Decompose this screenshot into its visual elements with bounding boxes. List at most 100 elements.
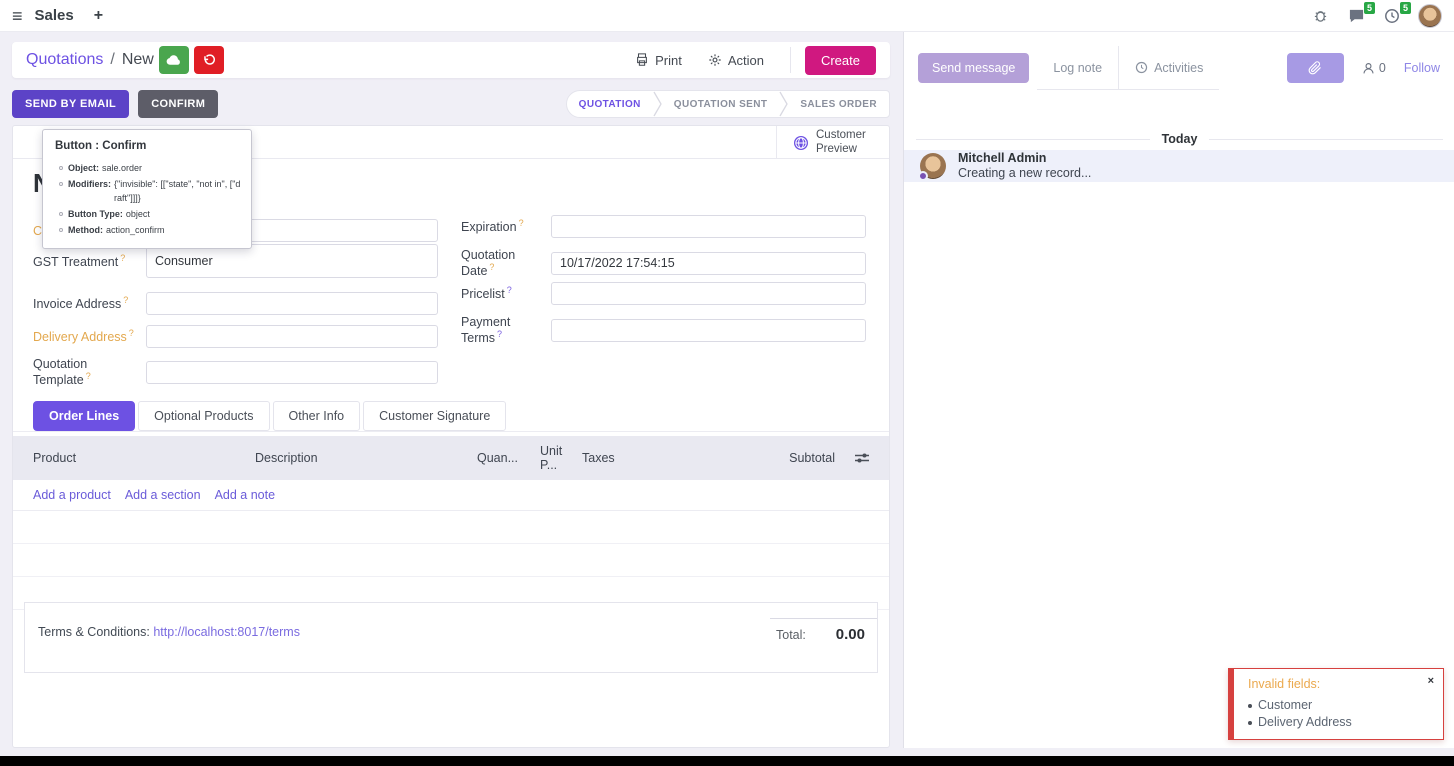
log-note-tab[interactable]: Log note [1037,46,1118,89]
new-tab-button[interactable]: + [94,7,103,25]
followers-count: 0 [1379,61,1386,75]
status-step-quotation-sent[interactable]: QUOTATION SENT [662,99,780,110]
chevron-separator-icon [779,91,788,117]
tab-other-info[interactable]: Other Info [273,401,361,431]
empty-table-row [13,544,889,577]
author-avatar [920,153,946,179]
field-row-expiration: Expiration? [461,215,866,238]
chevron-separator-icon [653,91,662,117]
form-header-row: SEND BY EMAIL CONFIRM QUOTATION QUOTATIO… [12,90,890,118]
send-message-button[interactable]: Send message [918,53,1029,83]
add-a-note-link[interactable]: Add a note [215,488,275,502]
status-step-sales-order[interactable]: SALES ORDER [788,99,889,110]
optional-columns-icon[interactable] [855,452,869,464]
quotation-date-input[interactable] [551,252,866,275]
total-label: Total: [776,628,806,642]
odoo-sales-screen: ≡ Sales + 5 5 Quotations / New [0,0,1454,766]
tooltip-title: Button : Confirm [43,130,251,161]
send-by-email-button[interactable]: SEND BY EMAIL [12,90,129,118]
quotation-template-input[interactable] [146,361,438,384]
bullet-icon [59,166,63,170]
invalid-field-customer: Customer [1258,698,1312,712]
chatter-toolbar: Send message Log note Activities 0 Follo… [904,46,1454,90]
field-row-gst-treatment: GST Treatment? [33,244,438,278]
column-unit-price[interactable]: Unit P... [540,444,582,472]
expiration-input[interactable] [551,215,866,238]
app-menu-sales[interactable]: Sales [35,7,74,24]
quotation-template-label: Quotation Template? [33,357,146,387]
follow-button[interactable]: Follow [1404,61,1440,75]
customer-preview-button[interactable]: Customer Preview [776,126,889,159]
user-avatar[interactable] [1418,4,1442,28]
column-taxes[interactable]: Taxes [582,451,760,465]
gst-treatment-select[interactable] [146,244,438,278]
tooltip-row: Modifiers:{"invisible": [["state", "not … [43,177,251,207]
gst-treatment-label: GST Treatment? [33,253,146,269]
bottom-black-bar [0,756,1454,766]
gear-icon [708,53,722,67]
messages-badge: 5 [1364,2,1375,15]
total-value: 0.00 [836,626,865,643]
notebook-underline [13,431,889,432]
confirm-button[interactable]: CONFIRM [138,90,218,118]
expiration-label: Expiration? [461,218,551,234]
messages-icon[interactable]: 5 [1346,6,1366,26]
hamburger-menu-icon[interactable]: ≡ [12,7,23,25]
column-description[interactable]: Description [255,451,477,465]
payment-terms-input[interactable] [551,319,866,342]
undo-icon [202,54,215,67]
tab-order-lines[interactable]: Order Lines [33,401,135,431]
toolbar-divider [790,47,791,73]
tab-customer-signature[interactable]: Customer Signature [363,401,506,431]
order-lines-actions: Add a product Add a section Add a note [13,480,889,511]
add-a-product-link[interactable]: Add a product [33,488,111,502]
field-row-invoice-address: Invoice Address? [33,292,438,315]
attach-files-button[interactable] [1287,53,1344,83]
column-product[interactable]: Product [33,451,255,465]
field-row-pricelist: Pricelist? [461,282,866,305]
invoice-address-input[interactable] [146,292,438,315]
tooltip-row: Button Type:object [43,207,251,223]
field-row-delivery-address: Delivery Address? [33,325,438,348]
debug-bug-icon[interactable] [1310,6,1330,26]
control-panel: Quotations / New Print Action Create [12,42,890,78]
toast-title: Invalid fields: [1248,677,1320,691]
close-icon[interactable]: × [1428,675,1434,687]
terms-link[interactable]: http://localhost:8017/terms [153,625,300,639]
action-menu[interactable]: Action [708,53,764,68]
chatter-message[interactable]: Mitchell Admin Creating a new record... [904,150,1454,182]
breadcrumb-current: New [122,51,154,69]
column-subtotal[interactable]: Subtotal [760,451,835,465]
create-button[interactable]: Create [805,46,876,75]
field-row-quotation-template: Quotation Template? [33,357,438,387]
column-quantity[interactable]: Quan... [477,451,540,465]
invalid-fields-toast: Invalid fields: × Customer Delivery Addr… [1228,668,1444,740]
tab-optional-products[interactable]: Optional Products [138,401,269,431]
save-button[interactable] [159,46,189,74]
followers-counter[interactable]: 0 [1362,61,1386,75]
delivery-address-input[interactable] [146,325,438,348]
bullet-icon [59,212,63,216]
pricelist-input[interactable] [551,282,866,305]
action-label: Action [728,53,764,68]
invalid-field-delivery-address: Delivery Address [1258,715,1352,729]
activities-clock-icon[interactable]: 5 [1382,6,1402,26]
totals-section: Terms & Conditions: http://localhost:801… [24,602,878,673]
add-a-section-link[interactable]: Add a section [125,488,201,502]
person-icon [1362,62,1375,75]
status-step-quotation[interactable]: QUOTATION [567,99,653,110]
print-label: Print [655,53,682,68]
delivery-address-label: Delivery Address? [33,328,146,344]
customer-preview-label: Customer Preview [816,129,876,155]
status-dot [918,171,928,181]
tooltip-row: Method:action_confirm [43,223,251,239]
breadcrumb-quotations[interactable]: Quotations [26,51,103,69]
notebook-tabs: Order Lines Optional Products Other Info… [33,401,509,431]
invoice-address-label: Invoice Address? [33,295,146,311]
discard-button[interactable] [194,46,224,74]
activities-tab[interactable]: Activities [1118,46,1219,89]
print-menu[interactable]: Print [635,53,682,68]
payment-terms-label: Payment Terms? [461,315,551,345]
bullet-icon [59,182,63,186]
printer-icon [635,53,649,67]
